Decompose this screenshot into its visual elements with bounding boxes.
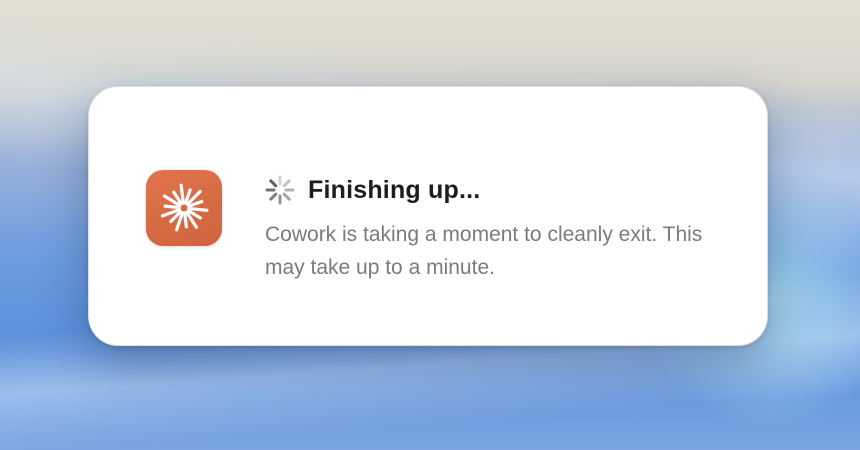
- burst-ray: [179, 183, 185, 205]
- spinner-spoke: [282, 179, 291, 188]
- loading-spinner-icon: [265, 175, 295, 205]
- spinner-spoke: [269, 179, 278, 188]
- finishing-up-dialog: Finishing up... Cowork is taking a momen…: [88, 86, 768, 346]
- dialog-message: Cowork is taking a moment to cleanly exi…: [265, 223, 703, 279]
- spinner-spoke: [282, 192, 291, 201]
- app-icon: [146, 170, 222, 246]
- sparkle-burst-icon: [160, 183, 209, 232]
- burst-ray: [187, 206, 209, 212]
- burst-ray: [163, 204, 181, 210]
- title-row: Finishing up...: [264, 173, 480, 207]
- burst-ray: [183, 211, 188, 229]
- dialog-title: Finishing up...: [308, 175, 481, 204]
- spinner-spoke: [269, 192, 278, 201]
